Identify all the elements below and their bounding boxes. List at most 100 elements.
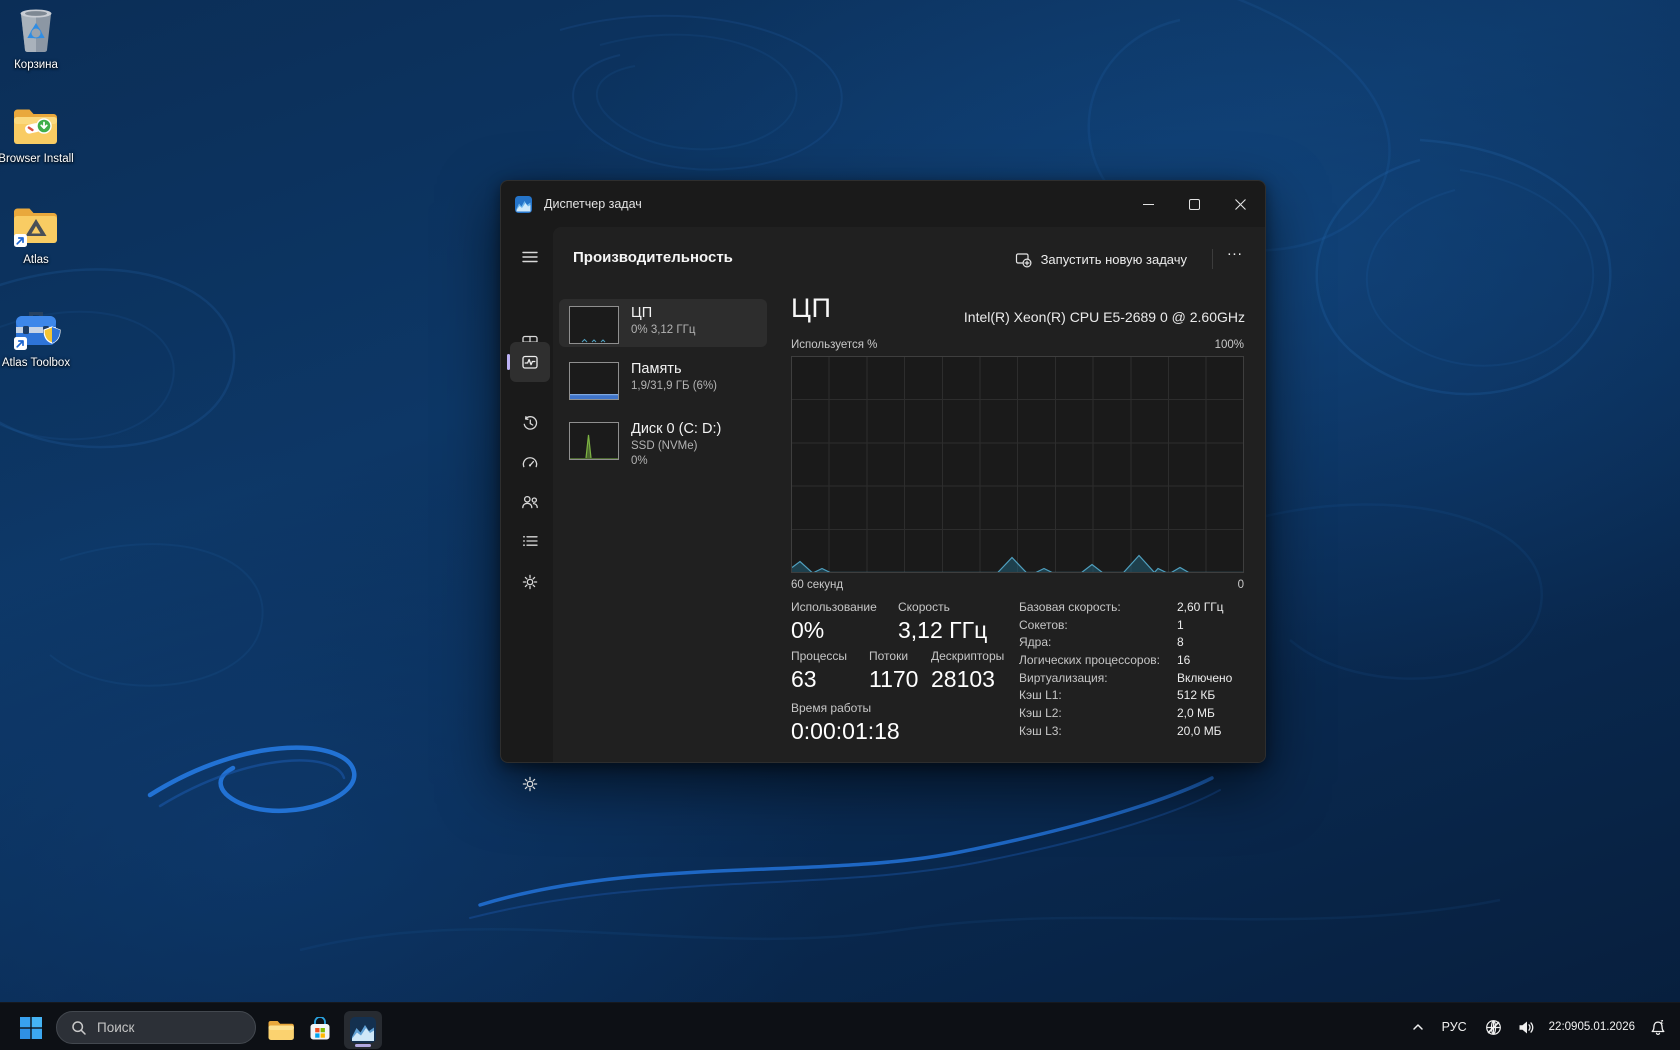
stat-label: Скорость: [898, 600, 987, 614]
desktop-icon-atlas-toolbox[interactable]: Atlas Toolbox: [0, 306, 81, 370]
nav-app-history[interactable]: [510, 403, 550, 443]
stat-usage: Использование 0%: [791, 600, 877, 644]
start-button[interactable]: [16, 1015, 46, 1041]
volume-button[interactable]: [1510, 1007, 1543, 1047]
spec-value: 20,0 МБ: [1177, 724, 1222, 738]
tray-date: 05.01.2026: [1577, 1020, 1635, 1034]
stat-value: 0:00:01:18: [791, 718, 900, 745]
close-icon: [1235, 199, 1246, 210]
stat-value: 28103: [931, 666, 1004, 693]
perf-item-sub: 0%: [631, 454, 721, 469]
spec-row: Кэш L1:512 КБ: [1019, 688, 1255, 706]
run-new-task-button[interactable]: Запустить новую задачу: [1007, 245, 1195, 273]
stat-value: 3,12 ГГц: [898, 617, 987, 644]
cpu-usage-graph: [791, 356, 1244, 573]
file-explorer-icon: [267, 1018, 295, 1042]
stat-label: Использование: [791, 600, 877, 614]
notifications-button[interactable]: z: [1641, 1007, 1680, 1047]
spec-value: 16: [1177, 653, 1190, 667]
perf-item-disk[interactable]: Диск 0 (C: D:) SSD (NVMe) 0%: [559, 415, 767, 477]
taskbar-file-explorer[interactable]: [262, 1011, 300, 1049]
run-new-task-label: Запустить новую задачу: [1041, 252, 1187, 267]
stat-handles: Дескрипторы 28103: [931, 649, 1004, 693]
cpu-detail-title: ЦП: [791, 293, 831, 324]
nav-services[interactable]: [510, 562, 550, 602]
nav-users[interactable]: [510, 482, 550, 522]
language-indicator[interactable]: РУС: [1432, 1007, 1477, 1047]
users-icon: [520, 492, 540, 512]
spec-label: Логических процессоров:: [1019, 653, 1177, 667]
desktop-icon-recycle-bin[interactable]: Корзина: [0, 6, 81, 72]
spec-row: Ядра:8: [1019, 635, 1255, 653]
startup-apps-icon: [520, 452, 540, 472]
spec-row: Сокетов:1: [1019, 618, 1255, 636]
memory-thumbnail: [569, 362, 619, 400]
titlebar[interactable]: Диспетчер задач: [501, 181, 1265, 227]
spec-label: Кэш L3:: [1019, 724, 1177, 738]
desktop-icon-label: Browser Install: [0, 152, 81, 166]
stat-label: Потоки: [869, 649, 918, 663]
perf-item-name: Память: [631, 360, 717, 379]
maximize-button[interactable]: [1171, 181, 1217, 227]
cpu-thumbnail: [569, 306, 619, 344]
task-manager-app-icon: [515, 196, 532, 213]
network-status-button[interactable]: [1477, 1007, 1510, 1047]
spec-row: Кэш L3:20,0 МБ: [1019, 724, 1255, 742]
cpu-processor-name: Intel(R) Xeon(R) CPU E5-2689 0 @ 2.60GHz: [893, 309, 1245, 325]
window-title: Диспетчер задач: [544, 197, 642, 211]
performance-icon: [520, 352, 540, 372]
clock[interactable]: 22:09 05.01.2026: [1543, 1007, 1641, 1047]
stat-value: 63: [791, 666, 847, 693]
cpu-graph-series: [792, 357, 1243, 572]
spec-label: Базовая скорость:: [1019, 600, 1177, 614]
taskbar-task-manager[interactable]: [344, 1011, 382, 1049]
stat-uptime: Время работы 0:00:01:18: [791, 701, 900, 745]
close-button[interactable]: [1217, 181, 1263, 227]
stat-processes: Процессы 63: [791, 649, 847, 693]
chevron-up-icon: [1411, 1020, 1425, 1034]
nav-startup-apps[interactable]: [510, 442, 550, 482]
taskbar-microsoft-store[interactable]: [301, 1011, 339, 1049]
taskbar-search[interactable]: [56, 1011, 256, 1044]
header-divider: [1212, 249, 1213, 269]
recycle-bin-icon: [13, 6, 59, 54]
spec-value: 2,60 ГГц: [1177, 600, 1224, 614]
new-task-icon: [1015, 251, 1032, 268]
graph-zero-label: 0: [791, 579, 1244, 591]
spec-value: 2,0 МБ: [1177, 706, 1215, 720]
disk-thumbnail: [569, 422, 619, 460]
stat-threads: Потоки 1170: [869, 649, 918, 693]
stat-speed: Скорость 3,12 ГГц: [898, 600, 987, 644]
speaker-icon: [1517, 1018, 1536, 1037]
spec-row: Логических процессоров:16: [1019, 653, 1255, 671]
nav-performance[interactable]: [510, 342, 550, 382]
spec-value: 8: [1177, 635, 1184, 649]
desktop-icon-browser-install[interactable]: Browser Install: [0, 104, 81, 166]
minimize-button[interactable]: [1125, 181, 1171, 227]
task-manager-icon: [350, 1017, 376, 1043]
more-options-button[interactable]: ...: [1219, 239, 1251, 267]
nav-settings[interactable]: [510, 764, 550, 804]
tray-chevron-button[interactable]: [1404, 1007, 1432, 1047]
taskbar: РУС 22:09 05.01.2026: [0, 1002, 1680, 1050]
perf-item-memory[interactable]: Память 1,9/31,9 ГБ (6%): [559, 355, 767, 403]
nav-details[interactable]: [510, 521, 550, 561]
task-manager-window: Диспетчер задач: [500, 180, 1266, 763]
services-icon: [520, 572, 540, 592]
hamburger-icon: [520, 247, 540, 267]
settings-gear-icon: [520, 774, 540, 794]
toolbox-icon: [11, 306, 61, 352]
search-input[interactable]: [97, 1020, 247, 1035]
globe-no-internet-icon: [1484, 1018, 1503, 1037]
desktop-icon-atlas[interactable]: Atlas: [0, 203, 81, 267]
svg-text:z: z: [1660, 1019, 1663, 1025]
nav-menu-button[interactable]: [510, 237, 550, 277]
desktop-icon-label: Корзина: [0, 58, 81, 72]
perf-item-cpu[interactable]: ЦП 0% 3,12 ГГц: [559, 299, 767, 347]
stat-value: 0%: [791, 617, 877, 644]
perf-item-sub: SSD (NVMe): [631, 439, 721, 454]
desktop-icon-label: Atlas: [0, 253, 81, 267]
tray-time: 22:09: [1549, 1020, 1578, 1034]
microsoft-store-icon: [307, 1017, 333, 1043]
spec-label: Ядра:: [1019, 635, 1177, 649]
